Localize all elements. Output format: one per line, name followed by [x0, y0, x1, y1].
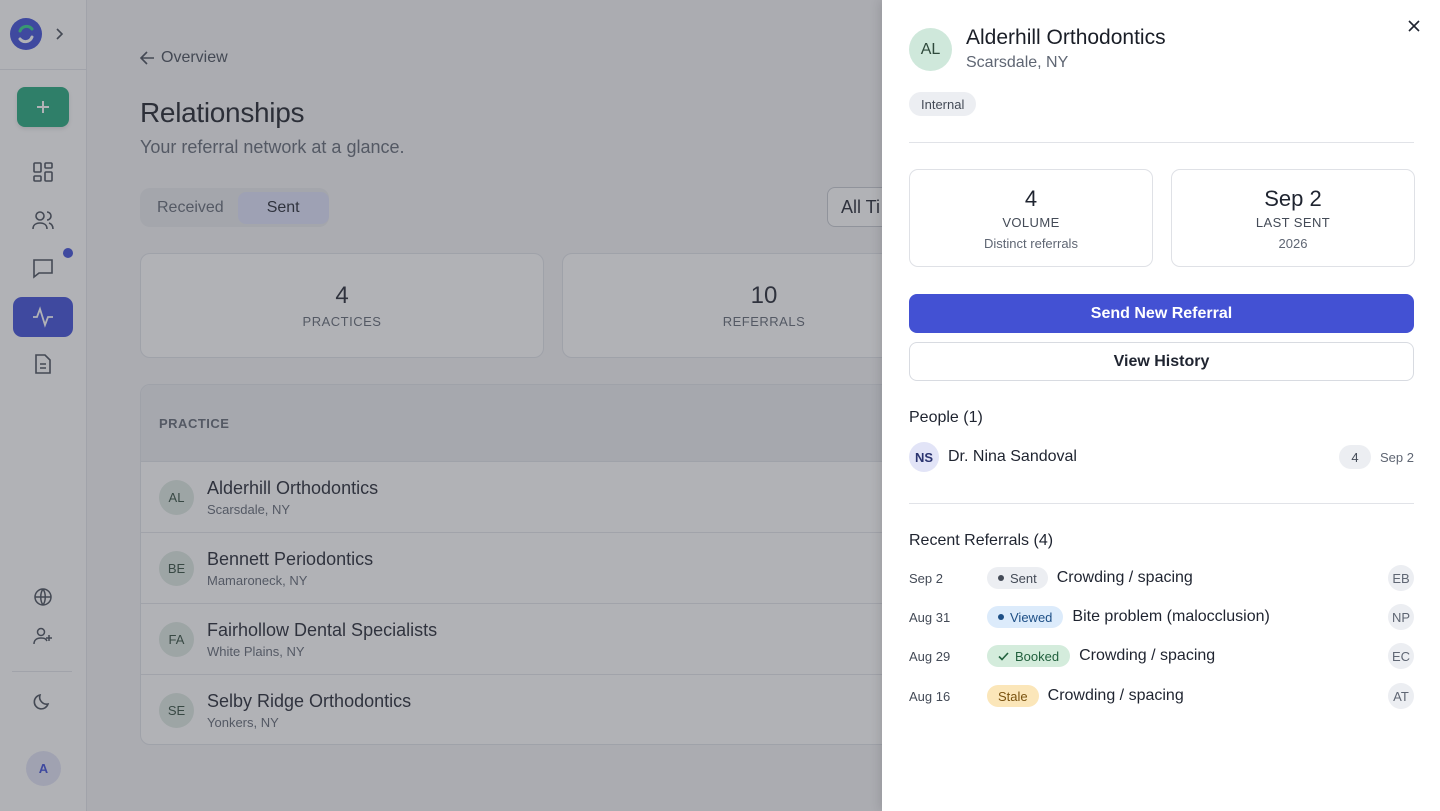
referral-reason: Crowding / spacing [1047, 687, 1184, 704]
panel-title: Alderhill Orthodontics [966, 26, 1166, 49]
status-badge: Sent [987, 567, 1048, 589]
referral-reason: Crowding / spacing [1079, 647, 1216, 664]
person-avatar: NS [909, 442, 939, 472]
status-badge: Booked [987, 645, 1071, 667]
person-name: Dr. Nina Sandoval [948, 448, 1077, 465]
referral-row[interactable]: Aug 29 Booked Crowding / spacing EC [909, 642, 1414, 670]
panel-divider [909, 142, 1414, 143]
referral-date: Aug 16 [909, 688, 951, 704]
referral-reason: Bite problem (malocclusion) [1072, 608, 1270, 625]
referral-row[interactable]: Aug 31 Viewed Bite problem (malocclusion… [909, 603, 1414, 631]
person-referral-count: 4 [1339, 445, 1372, 469]
last-sent-value: Sep 2 [1264, 185, 1322, 211]
status-label: Booked [1015, 648, 1060, 664]
referral-date: Sep 2 [909, 570, 943, 586]
status-label: Viewed [1010, 609, 1053, 625]
referral-patient-avatar: NP [1388, 604, 1414, 630]
person-row[interactable]: NS Dr. Nina Sandoval 4 Sep 2 [909, 442, 1414, 472]
volume-card: 4 VOLUME Distinct referrals [909, 169, 1153, 267]
volume-value: 4 [1024, 185, 1038, 211]
referral-patient-avatar: EB [1388, 565, 1414, 591]
status-badge: Internal [909, 92, 977, 116]
referral-patient-avatar: AT [1388, 683, 1414, 709]
last-sent-card: Sep 2 LAST SENT 2026 [1171, 169, 1415, 267]
referral-patient-avatar: EC [1388, 643, 1414, 669]
modal-backdrop[interactable] [0, 0, 882, 811]
recent-referrals-heading: Recent Referrals (4) [909, 532, 1054, 549]
referral-date: Aug 31 [909, 609, 951, 625]
send-new-referral-button[interactable]: Send New Referral [909, 294, 1414, 333]
dot-icon [998, 614, 1004, 620]
referral-reason: Crowding / spacing [1056, 569, 1193, 586]
referral-row[interactable]: Aug 16 Stale Crowding / spacing AT [909, 682, 1414, 710]
status-badge: Stale [987, 685, 1039, 707]
volume-sublabel: Distinct referrals [984, 235, 1078, 251]
dot-icon [998, 575, 1004, 581]
last-sent-label: LAST SENT [1255, 214, 1331, 230]
people-heading: People (1) [909, 409, 983, 426]
panel-divider [909, 503, 1414, 504]
status-badge: Viewed [987, 606, 1064, 628]
panel-location: Scarsdale, NY [966, 54, 1069, 71]
check-icon [998, 651, 1009, 661]
last-sent-year: 2026 [1278, 235, 1308, 251]
referral-date: Aug 29 [909, 648, 951, 664]
status-label: Stale [998, 688, 1028, 704]
volume-label: VOLUME [1002, 214, 1060, 230]
view-history-button[interactable]: View History [909, 342, 1414, 381]
person-last-date: Sep 2 [1380, 449, 1414, 465]
practice-avatar: AL [909, 28, 952, 71]
referral-row[interactable]: Sep 2 Sent Crowding / spacing EB [909, 564, 1414, 592]
practice-detail-panel: AL Alderhill Orthodontics Scarsdale, NY … [882, 0, 1440, 811]
status-label: Sent [1010, 570, 1037, 586]
close-icon[interactable] [1404, 16, 1424, 36]
